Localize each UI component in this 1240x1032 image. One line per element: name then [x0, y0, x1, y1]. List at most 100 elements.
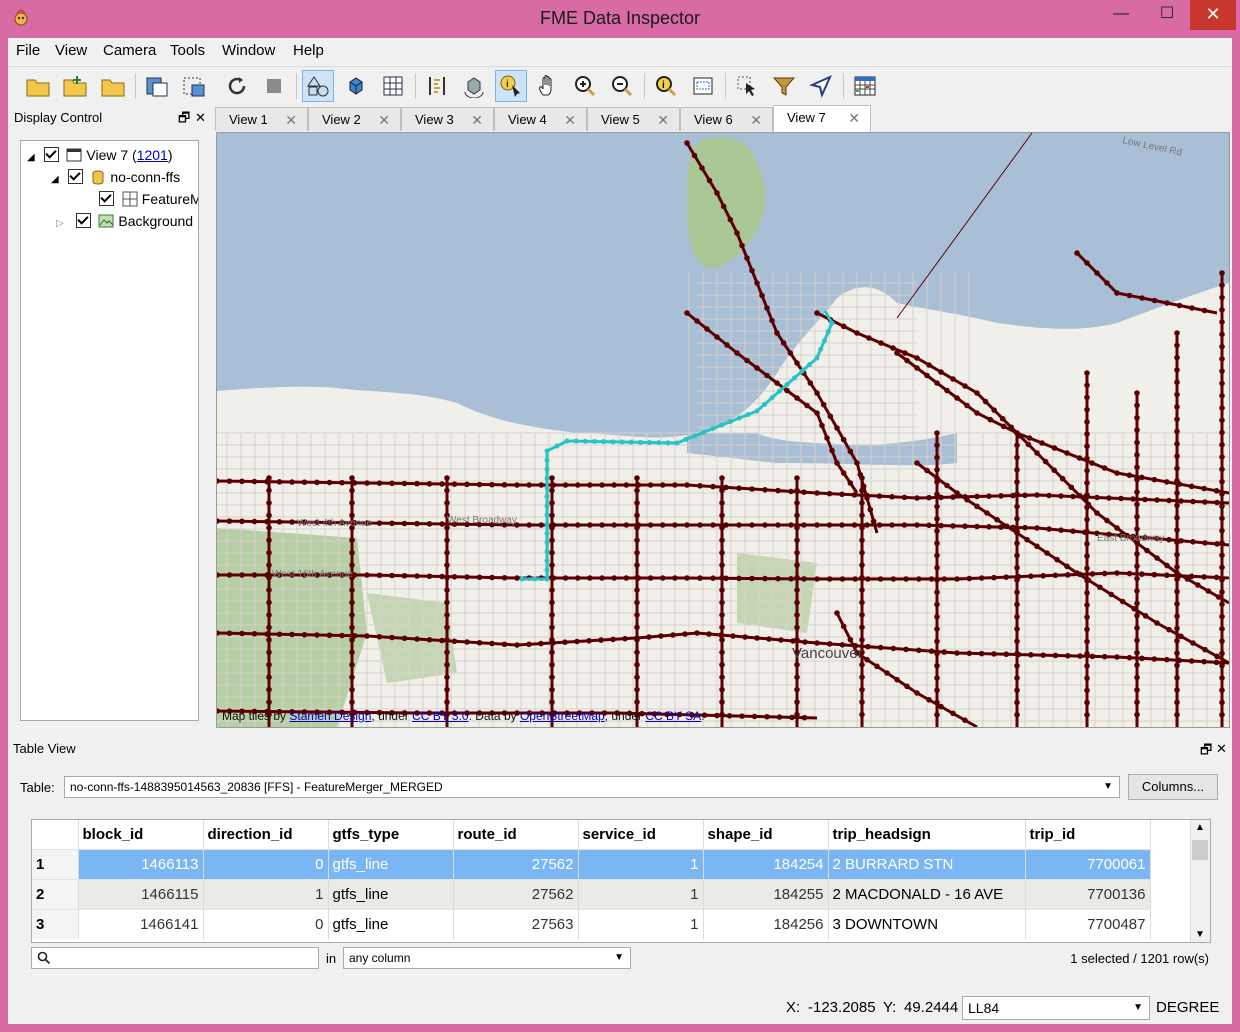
transit-stop-point[interactable] — [914, 365, 920, 371]
selected-stop-point[interactable] — [692, 433, 698, 439]
transit-stop-point[interactable] — [1014, 540, 1020, 547]
transit-stop-point[interactable] — [1151, 571, 1158, 578]
transit-stop-point[interactable] — [266, 549, 272, 556]
transit-stop-point[interactable] — [1134, 649, 1140, 656]
transit-stop-point[interactable] — [266, 699, 272, 705]
transit-stop-point[interactable] — [1174, 441, 1180, 447]
cell-direction-id[interactable]: 0 — [203, 909, 329, 939]
transit-stop-point[interactable] — [444, 674, 450, 680]
transit-stop-point[interactable] — [840, 470, 847, 476]
transit-stop-point[interactable] — [239, 572, 245, 578]
transit-stop-point[interactable] — [1213, 574, 1220, 581]
transit-stop-point[interactable] — [364, 633, 370, 639]
transit-stop-point[interactable] — [349, 661, 355, 668]
transit-stop-point[interactable] — [622, 635, 628, 642]
transit-stop-point[interactable] — [226, 572, 233, 578]
transit-stop-point[interactable] — [1219, 270, 1225, 276]
transit-stop-point[interactable] — [754, 365, 760, 371]
selected-stop-point[interactable] — [807, 362, 812, 368]
transit-stop-point[interactable] — [1084, 394, 1090, 401]
transit-stop-point[interactable] — [820, 401, 827, 408]
transit-stop-point[interactable] — [562, 482, 569, 488]
transit-stop-point[interactable] — [1134, 662, 1140, 668]
transit-stop-point[interactable] — [266, 562, 272, 568]
transit-stop-point[interactable] — [1004, 523, 1010, 530]
transit-stop-point[interactable] — [684, 482, 690, 488]
transit-stop-point[interactable] — [954, 490, 960, 496]
transit-stop-point[interactable] — [934, 577, 940, 583]
transit-stop-point[interactable] — [444, 487, 450, 494]
transit-stop-point[interactable] — [1219, 343, 1225, 350]
transit-stop-point[interactable] — [1084, 443, 1090, 450]
transit-stop-point[interactable] — [672, 575, 678, 581]
transit-stop-point[interactable] — [794, 699, 800, 705]
transit-stop-point[interactable] — [859, 612, 865, 618]
transit-stop-point[interactable] — [1164, 300, 1170, 306]
transit-stop-point[interactable] — [623, 522, 630, 528]
transit-stop-point[interactable] — [774, 330, 780, 336]
transit-stop-point[interactable] — [476, 574, 483, 581]
transit-stop-point[interactable] — [1014, 638, 1020, 645]
transit-stop-point[interactable] — [634, 549, 640, 556]
transit-stop-point[interactable] — [276, 631, 283, 638]
cc-by-link[interactable]: CC BY 3.0 — [412, 709, 468, 723]
transit-stop-point[interactable] — [1205, 588, 1211, 594]
feature-type-checkbox[interactable] — [99, 191, 114, 206]
transit-stop-point[interactable] — [984, 510, 990, 516]
transit-stop-point[interactable] — [847, 480, 854, 486]
transit-stop-point[interactable] — [1134, 452, 1140, 458]
transit-stop-point[interactable] — [902, 350, 908, 356]
transit-stop-point[interactable] — [476, 481, 483, 488]
transit-stop-point[interactable] — [802, 639, 808, 645]
transit-stop-point[interactable] — [226, 518, 233, 524]
transit-stop-point[interactable] — [934, 687, 940, 694]
transit-stop-point[interactable] — [1184, 576, 1191, 582]
transit-stop-point[interactable] — [894, 676, 900, 683]
view-checkbox[interactable] — [43, 147, 59, 162]
transit-stop-point[interactable] — [1174, 514, 1180, 521]
transit-stop-point[interactable] — [1084, 382, 1090, 389]
transit-stop-point[interactable] — [941, 649, 948, 655]
transit-stop-point[interactable] — [866, 335, 872, 341]
transit-stop-point[interactable] — [974, 410, 980, 416]
transit-stop-point[interactable] — [876, 522, 883, 528]
transit-stop-point[interactable] — [1084, 614, 1090, 620]
tab-close-icon[interactable]: ✕ — [848, 106, 860, 130]
transit-stop-point[interactable] — [826, 576, 833, 582]
transit-stop-point[interactable] — [697, 575, 703, 581]
transit-stop-point[interactable] — [719, 674, 725, 680]
transit-stop-point[interactable] — [1219, 601, 1225, 608]
cell-trip-headsign[interactable]: 2 BURRARD STN — [828, 849, 1026, 880]
transit-stop-point[interactable] — [1134, 402, 1140, 409]
column-header[interactable]: direction_id — [203, 820, 329, 850]
transit-stop-point[interactable] — [734, 350, 740, 356]
transit-stop-point[interactable] — [587, 575, 593, 581]
transit-stop-point[interactable] — [1014, 675, 1020, 681]
transit-stop-point[interactable] — [1219, 638, 1225, 644]
transit-stop-point[interactable] — [1104, 517, 1110, 524]
transit-stop-point[interactable] — [672, 522, 678, 528]
transit-stop-point[interactable] — [1058, 493, 1064, 499]
transit-stop-point[interactable] — [1134, 600, 1140, 607]
transit-stop-point[interactable] — [349, 537, 355, 544]
transit-stop-point[interactable] — [389, 520, 395, 527]
menu-tools[interactable]: Tools — [170, 42, 205, 59]
cell-trip-id[interactable]: 7700136 — [1025, 879, 1151, 910]
transit-stop-point[interactable] — [439, 573, 445, 580]
transit-stop-point[interactable] — [1059, 475, 1066, 482]
transit-stop-point[interactable] — [239, 478, 245, 485]
transit-stop-point[interactable] — [719, 487, 725, 494]
transit-stop-point[interactable] — [349, 587, 355, 593]
refresh-icon[interactable] — [221, 70, 253, 102]
transit-stop-point[interactable] — [1084, 528, 1090, 535]
transit-stop-point[interactable] — [934, 515, 940, 522]
transit-stop-point[interactable] — [266, 487, 272, 494]
transit-stop-point[interactable] — [251, 518, 258, 525]
transit-stop-point[interactable] — [587, 482, 593, 488]
transit-stop-point[interactable] — [916, 576, 922, 582]
transit-stop-point[interactable] — [1188, 658, 1195, 664]
transit-stop-point[interactable] — [974, 503, 980, 510]
transit-stop-point[interactable] — [266, 537, 272, 544]
transit-stop-point[interactable] — [950, 376, 956, 382]
transit-stop-point[interactable] — [464, 639, 470, 645]
